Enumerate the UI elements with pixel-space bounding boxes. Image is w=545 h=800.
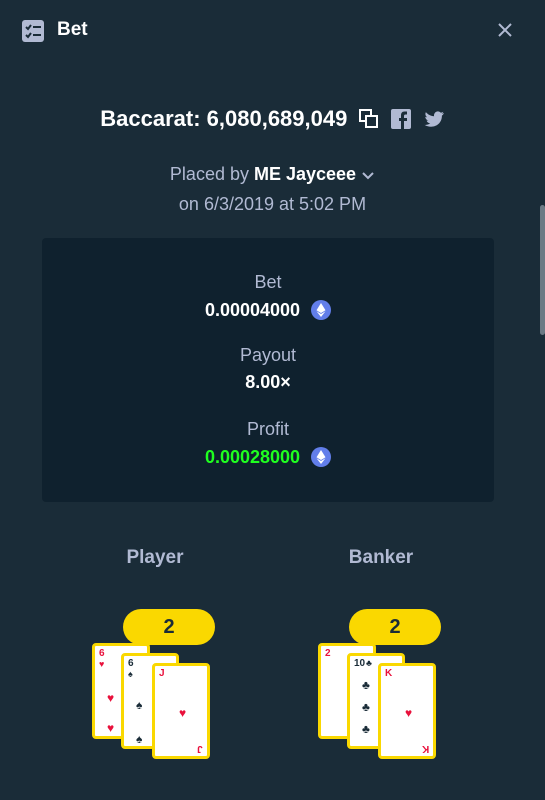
spade-icon: ♠ (128, 669, 133, 679)
club-icon: ♣ (362, 678, 370, 692)
placed-by-user[interactable]: ME Jayceee (254, 164, 356, 184)
card-rank-bottom: K (421, 743, 429, 754)
chevron-down-icon[interactable] (361, 168, 375, 182)
payout-label: Payout (239, 345, 297, 365)
club-icon: ♣ (362, 722, 370, 736)
card-rank: 6 (99, 648, 105, 659)
banker-card-3: K ♥ K (378, 663, 436, 759)
spade-icon: ♠ (136, 698, 143, 712)
heart-icon: ♥ (107, 691, 115, 705)
close-icon[interactable] (495, 20, 515, 40)
copy-icon[interactable] (358, 108, 380, 130)
placed-by-prefix: Placed by (169, 164, 254, 184)
card-rank: K (385, 668, 393, 679)
bet-value-row: 0.00004000 (42, 299, 494, 321)
bet-stats-panel: Bet 0.00004000 Payout 8.00× Profit 0.000… (42, 238, 494, 502)
spade-icon: ♠ (136, 732, 143, 746)
bet-list-icon (22, 20, 44, 42)
card-rank: 6 (128, 658, 134, 669)
profit-stat: Profit 0.00028000 (42, 419, 494, 468)
club-icon: ♣ (366, 658, 372, 668)
bet-title-row: Baccarat: 6,080,689,049 (0, 106, 545, 132)
profit-value-row: 0.00028000 (42, 446, 494, 468)
payout-value: 8.00× (245, 372, 291, 392)
player-label: Player (126, 547, 184, 568)
modal-title: Bet (57, 19, 88, 40)
banker-label: Banker (348, 547, 414, 568)
player-card-3: J ♥ J (152, 663, 210, 759)
card-rank-bottom: J (197, 743, 203, 754)
heart-icon: ♥ (405, 706, 413, 720)
twitter-icon[interactable] (423, 108, 445, 130)
placed-by: Placed by ME Jayceee (0, 164, 545, 185)
heart-icon: ♥ (179, 706, 187, 720)
bet-label: Bet (254, 272, 282, 292)
profit-label: Profit (246, 419, 289, 439)
bet-value: 0.00004000 (204, 299, 301, 320)
bet-stat: Bet 0.00004000 (42, 272, 494, 321)
scrollbar[interactable] (540, 205, 545, 335)
player-score: 2 (123, 609, 215, 645)
placed-date: on 6/3/2019 at 5:02 PM (178, 194, 367, 214)
profit-value: 0.00028000 (204, 446, 301, 467)
facebook-icon[interactable] (390, 108, 412, 130)
heart-icon: ♥ (99, 659, 105, 669)
banker-score: 2 (349, 609, 441, 645)
club-icon: ♣ (362, 700, 370, 714)
card-rank: 10 (354, 658, 366, 669)
ethereum-icon (311, 300, 332, 321)
card-rank: J (159, 668, 165, 679)
payout-stat: Payout 8.00× (42, 345, 494, 393)
heart-icon: ♥ (107, 721, 115, 735)
card-rank: 2 (325, 648, 331, 659)
bet-game-title: Baccarat: 6,080,689,049 (100, 106, 348, 131)
modal-header: Bet (0, 0, 545, 62)
ethereum-icon (311, 447, 332, 468)
